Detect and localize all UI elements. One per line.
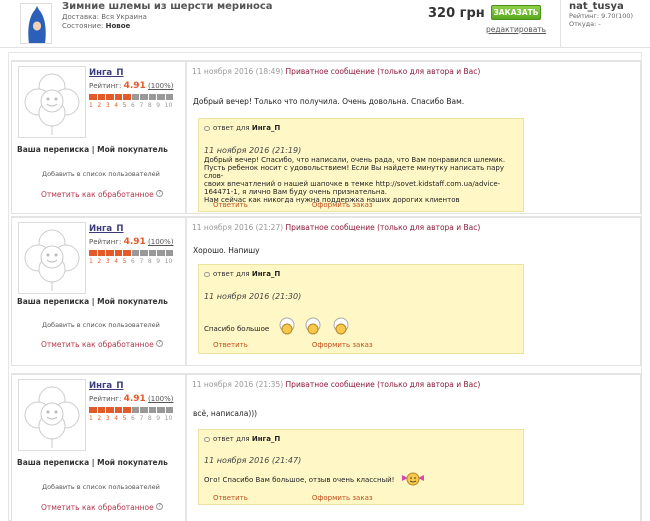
rating-bar xyxy=(89,250,173,256)
smiley-icon xyxy=(401,472,425,488)
seller-info: nat_tusya Рейтинг: 9.70(100) Откуда: - xyxy=(560,0,650,47)
avatar[interactable] xyxy=(18,66,86,138)
username[interactable]: Инга_П xyxy=(89,224,124,234)
order-button[interactable]: ЗАКАЗАТЬ xyxy=(491,5,541,20)
reply-date: 11 ноября 2016 (21:30) xyxy=(204,292,302,301)
answer-link[interactable]: Ответить xyxy=(213,341,248,349)
username[interactable]: Инга_П xyxy=(89,381,124,391)
message-text: Добрый вечер! Только что получила. Очень… xyxy=(193,97,465,106)
condition-label: Состояние: xyxy=(62,22,104,30)
answer-link[interactable]: Ответить xyxy=(213,201,248,209)
correspondence-link[interactable]: Ваша переписка | Мой покупатель xyxy=(17,458,168,467)
rating-percent[interactable]: (100%) xyxy=(148,238,173,246)
rating-label: Рейтинг: xyxy=(89,82,122,90)
speech-bubble-icon xyxy=(204,271,210,277)
reply-text: Спасибо большое xyxy=(204,317,519,341)
user-rating: Рейтинг: 4.91 (100%) xyxy=(89,237,174,247)
delivery-label: Доставка: xyxy=(62,13,99,21)
rating-scale: 1 2 3 4 5 6 7 8 9 10 xyxy=(89,415,173,422)
add-to-list-link[interactable]: Добавить в список пользователей xyxy=(42,483,160,491)
messages-area: Инга_П Рейтинг: 4.91 (100%) 1 2 3 4 5 6 7 8 9 10 … xyxy=(8,52,642,521)
seller-location: Откуда: - xyxy=(569,20,601,28)
reply-header: ответ для Инга_П xyxy=(204,270,280,278)
product-title[interactable]: Зимние шлемы из шерсти мериноса xyxy=(62,1,273,12)
rating-value: 4.91 xyxy=(123,237,146,247)
message-item: Инга_П Рейтинг: 4.91 (100%) 1 2 3 4 5 6 7 8 9 10 … xyxy=(11,373,641,521)
answer-link[interactable]: Ответить xyxy=(213,494,248,502)
product-meta: Доставка: Вся Украина Состояние: Новое xyxy=(62,13,147,31)
seller-name[interactable]: nat_tusya xyxy=(569,1,650,12)
rating-bar xyxy=(89,407,173,413)
user-panel: Инга_П Рейтинг: 4.91 (100%) 1 2 3 4 5 6 7 8 9 10 … xyxy=(12,62,187,213)
message-text: всё, написала))) xyxy=(193,409,258,418)
speech-bubble-icon xyxy=(204,436,210,442)
help-icon[interactable]: ? xyxy=(156,340,164,347)
mark-processed-link[interactable]: Отметить как обработанное ? xyxy=(41,503,164,512)
product-thumbnail[interactable] xyxy=(20,3,52,44)
make-order-link[interactable]: Оформить заказ xyxy=(312,494,373,502)
condition-value: Новое xyxy=(105,22,131,30)
reply-box: ответ для Инга_П 11 ноября 2016 (21:19) … xyxy=(198,118,524,212)
reply-actions: Ответить Оформить заказ xyxy=(213,201,437,209)
message-meta: 11 ноября 2016 (21:27) Приватное сообщен… xyxy=(192,223,481,232)
help-icon[interactable]: ? xyxy=(156,190,164,197)
reply-header: ответ для Инга_П xyxy=(204,124,280,132)
user-rating: Рейтинг: 4.91 (100%) xyxy=(89,81,174,91)
reply-actions: Ответить Оформить заказ xyxy=(213,341,437,349)
rating-bar xyxy=(89,94,173,100)
message-text: Хорошо. Напишу xyxy=(193,246,260,255)
correspondence-link[interactable]: Ваша переписка | Мой покупатель xyxy=(17,297,168,306)
make-order-link[interactable]: Оформить заказ xyxy=(312,201,373,209)
rating-label: Рейтинг: xyxy=(89,238,122,246)
message-content: 11 ноября 2016 (18:49) Приватное сообщен… xyxy=(190,62,640,213)
message-meta: 11 ноября 2016 (21:35) Приватное сообщен… xyxy=(192,380,481,389)
reply-actions: Ответить Оформить заказ xyxy=(213,494,437,502)
reply-date: 11 ноября 2016 (21:19) xyxy=(204,146,302,155)
username[interactable]: Инга_П xyxy=(89,68,124,78)
add-to-list-link[interactable]: Добавить в список пользователей xyxy=(42,170,160,178)
flower-smiley-icon xyxy=(275,317,355,341)
rating-scale: 1 2 3 4 5 6 7 8 9 10 xyxy=(89,258,173,265)
message-item: Инга_П Рейтинг: 4.91 (100%) 1 2 3 4 5 6 7 8 9 10 … xyxy=(11,216,641,366)
make-order-link[interactable]: Оформить заказ xyxy=(312,341,373,349)
reply-box: ответ для Инга_П 11 ноября 2016 (21:47) … xyxy=(198,429,524,505)
user-panel: Инга_П Рейтинг: 4.91 (100%) 1 2 3 4 5 6 7 8 9 10 … xyxy=(12,375,187,521)
message-meta: 11 ноября 2016 (18:49) Приватное сообщен… xyxy=(192,67,481,76)
edit-link[interactable]: редактировать xyxy=(486,25,546,34)
message-item: Инга_П Рейтинг: 4.91 (100%) 1 2 3 4 5 6 7 8 9 10 … xyxy=(11,60,641,214)
mark-processed-link[interactable]: Отметить как обработанное ? xyxy=(41,340,164,349)
rating-value: 4.91 xyxy=(123,394,146,404)
product-header: Зимние шлемы из шерсти мериноса Доставка… xyxy=(0,0,650,48)
reply-text: Ого! Спасибо Вам большое, отзыв очень кл… xyxy=(204,472,519,488)
delivery-value: Вся Украина xyxy=(101,13,147,21)
mark-processed-link[interactable]: Отметить как обработанное ? xyxy=(41,190,164,199)
user-rating: Рейтинг: 4.91 (100%) xyxy=(89,394,174,404)
message-content: 11 ноября 2016 (21:35) Приватное сообщен… xyxy=(190,375,640,521)
rating-label: Рейтинг: xyxy=(89,395,122,403)
message-content: 11 ноября 2016 (21:27) Приватное сообщен… xyxy=(190,218,640,365)
rating-percent[interactable]: (100%) xyxy=(148,82,173,90)
product-price: 320 грн xyxy=(428,6,485,21)
add-to-list-link[interactable]: Добавить в список пользователей xyxy=(42,321,160,329)
help-icon[interactable]: ? xyxy=(156,503,164,510)
seller-rating: Рейтинг: 9.70(100) xyxy=(569,12,634,20)
correspondence-link[interactable]: Ваша переписка | Мой покупатель xyxy=(17,145,168,154)
rating-scale: 1 2 3 4 5 6 7 8 9 10 xyxy=(89,102,173,109)
user-panel: Инга_П Рейтинг: 4.91 (100%) 1 2 3 4 5 6 7 8 9 10 … xyxy=(12,218,187,365)
reply-date: 11 ноября 2016 (21:47) xyxy=(204,456,302,465)
reply-box: ответ для Инга_П 11 ноября 2016 (21:30) … xyxy=(198,264,524,354)
avatar[interactable] xyxy=(18,222,86,294)
rating-value: 4.91 xyxy=(123,81,146,91)
reply-text: Добрый вечер! Спасибо, что написали, оче… xyxy=(204,156,506,204)
reply-header: ответ для Инга_П xyxy=(204,435,280,443)
speech-bubble-icon xyxy=(204,125,210,131)
rating-percent[interactable]: (100%) xyxy=(148,395,173,403)
avatar[interactable] xyxy=(18,379,86,451)
